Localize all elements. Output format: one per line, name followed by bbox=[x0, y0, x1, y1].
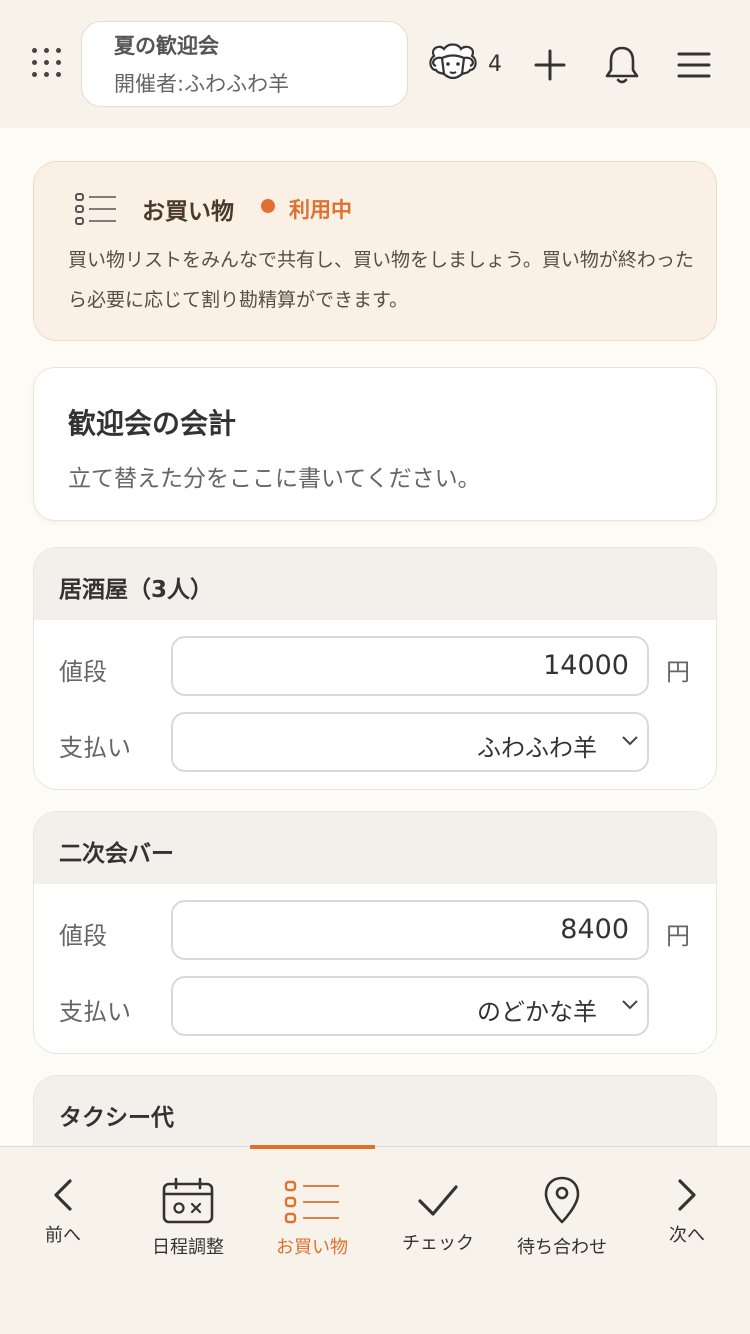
nav-meetup-label: 待ち合わせ bbox=[517, 1237, 607, 1258]
bottom-navigation: 前へ 日程調整 お買い物 チェック 待ち合わせ 次へ bbox=[0, 1145, 750, 1334]
accounting-note-card: 歓迎会の会計 立て替えた分をここに書いてください。 bbox=[33, 367, 717, 521]
nav-check-label: チェック bbox=[402, 1233, 474, 1254]
bell-icon[interactable] bbox=[603, 44, 641, 86]
chevron-down-icon bbox=[622, 1000, 638, 1010]
add-icon[interactable] bbox=[533, 48, 567, 82]
payer-label: 支払い bbox=[59, 734, 131, 762]
location-pin-icon bbox=[544, 1176, 580, 1224]
payer-select[interactable]: ふわふわ羊 bbox=[171, 712, 649, 772]
chevron-right-icon bbox=[678, 1179, 696, 1211]
nav-prev[interactable]: 前へ bbox=[28, 1177, 98, 1247]
event-host: 開催者:ふわふわ羊 bbox=[114, 72, 290, 96]
note-text: 立て替えた分をここに書いてください。 bbox=[68, 466, 481, 492]
checkmark-icon bbox=[418, 1185, 458, 1216]
list-icon bbox=[284, 1180, 339, 1224]
payer-select[interactable]: のどかな羊 bbox=[171, 976, 649, 1036]
expense-item-card: 居酒屋（3人） 値段 14000 円 支払い ふわふわ羊 bbox=[33, 547, 717, 790]
price-input[interactable]: 14000 bbox=[171, 636, 649, 696]
nav-next[interactable]: 次へ bbox=[652, 1177, 722, 1247]
note-title: 歓迎会の会計 bbox=[68, 407, 237, 440]
nav-check[interactable]: チェック bbox=[388, 1181, 488, 1255]
nav-next-label: 次へ bbox=[669, 1225, 705, 1246]
list-icon bbox=[75, 193, 116, 225]
member-count: 4 bbox=[488, 52, 502, 77]
app-header: 夏の歓迎会 開催者:ふわふわ羊 4 bbox=[0, 0, 750, 128]
currency-unit: 円 bbox=[666, 658, 690, 686]
active-tab-indicator bbox=[250, 1145, 375, 1149]
nav-schedule-label: 日程調整 bbox=[152, 1237, 224, 1258]
shopping-info-card: お買い物 利用中 買い物リストをみんなで共有し、買い物をしましょう。買い物が終わ… bbox=[33, 161, 717, 341]
event-selector[interactable]: 夏の歓迎会 開催者:ふわふわ羊 bbox=[81, 21, 408, 107]
nav-shopping-label: お買い物 bbox=[276, 1237, 348, 1258]
nav-meetup[interactable]: 待ち合わせ bbox=[507, 1175, 617, 1259]
hamburger-menu-icon[interactable] bbox=[677, 50, 711, 80]
expense-item-title: 二次会バー bbox=[34, 812, 716, 884]
nav-prev-label: 前へ bbox=[45, 1225, 81, 1246]
currency-unit: 円 bbox=[666, 922, 690, 950]
payer-select-value: のどかな羊 bbox=[477, 998, 597, 1026]
nav-shopping[interactable]: お買い物 bbox=[262, 1179, 362, 1259]
chevron-down-icon bbox=[622, 736, 638, 746]
event-title: 夏の歓迎会 bbox=[114, 34, 219, 58]
status-dot bbox=[261, 199, 275, 213]
feature-description: 買い物リストをみんなで共有し、買い物をしましょう。買い物が終わったら必要に応じて… bbox=[68, 249, 694, 311]
expense-item-title: 居酒屋（3人） bbox=[34, 548, 716, 620]
expense-item-card: 二次会バー 値段 8400 円 支払い のどかな羊 bbox=[33, 811, 717, 1054]
payer-select-value: ふわふわ羊 bbox=[477, 734, 597, 762]
calendar-icon bbox=[162, 1177, 214, 1224]
payer-label: 支払い bbox=[59, 998, 131, 1026]
sheep-members-icon[interactable] bbox=[424, 42, 482, 88]
nav-schedule[interactable]: 日程調整 bbox=[138, 1177, 238, 1259]
status-badge: 利用中 bbox=[289, 198, 352, 222]
price-label: 値段 bbox=[59, 922, 107, 950]
price-label: 値段 bbox=[59, 658, 107, 686]
feature-title: お買い物 bbox=[142, 199, 234, 225]
apps-grid-icon[interactable] bbox=[32, 48, 64, 80]
chevron-left-icon bbox=[54, 1179, 72, 1211]
price-input[interactable]: 8400 bbox=[171, 900, 649, 960]
